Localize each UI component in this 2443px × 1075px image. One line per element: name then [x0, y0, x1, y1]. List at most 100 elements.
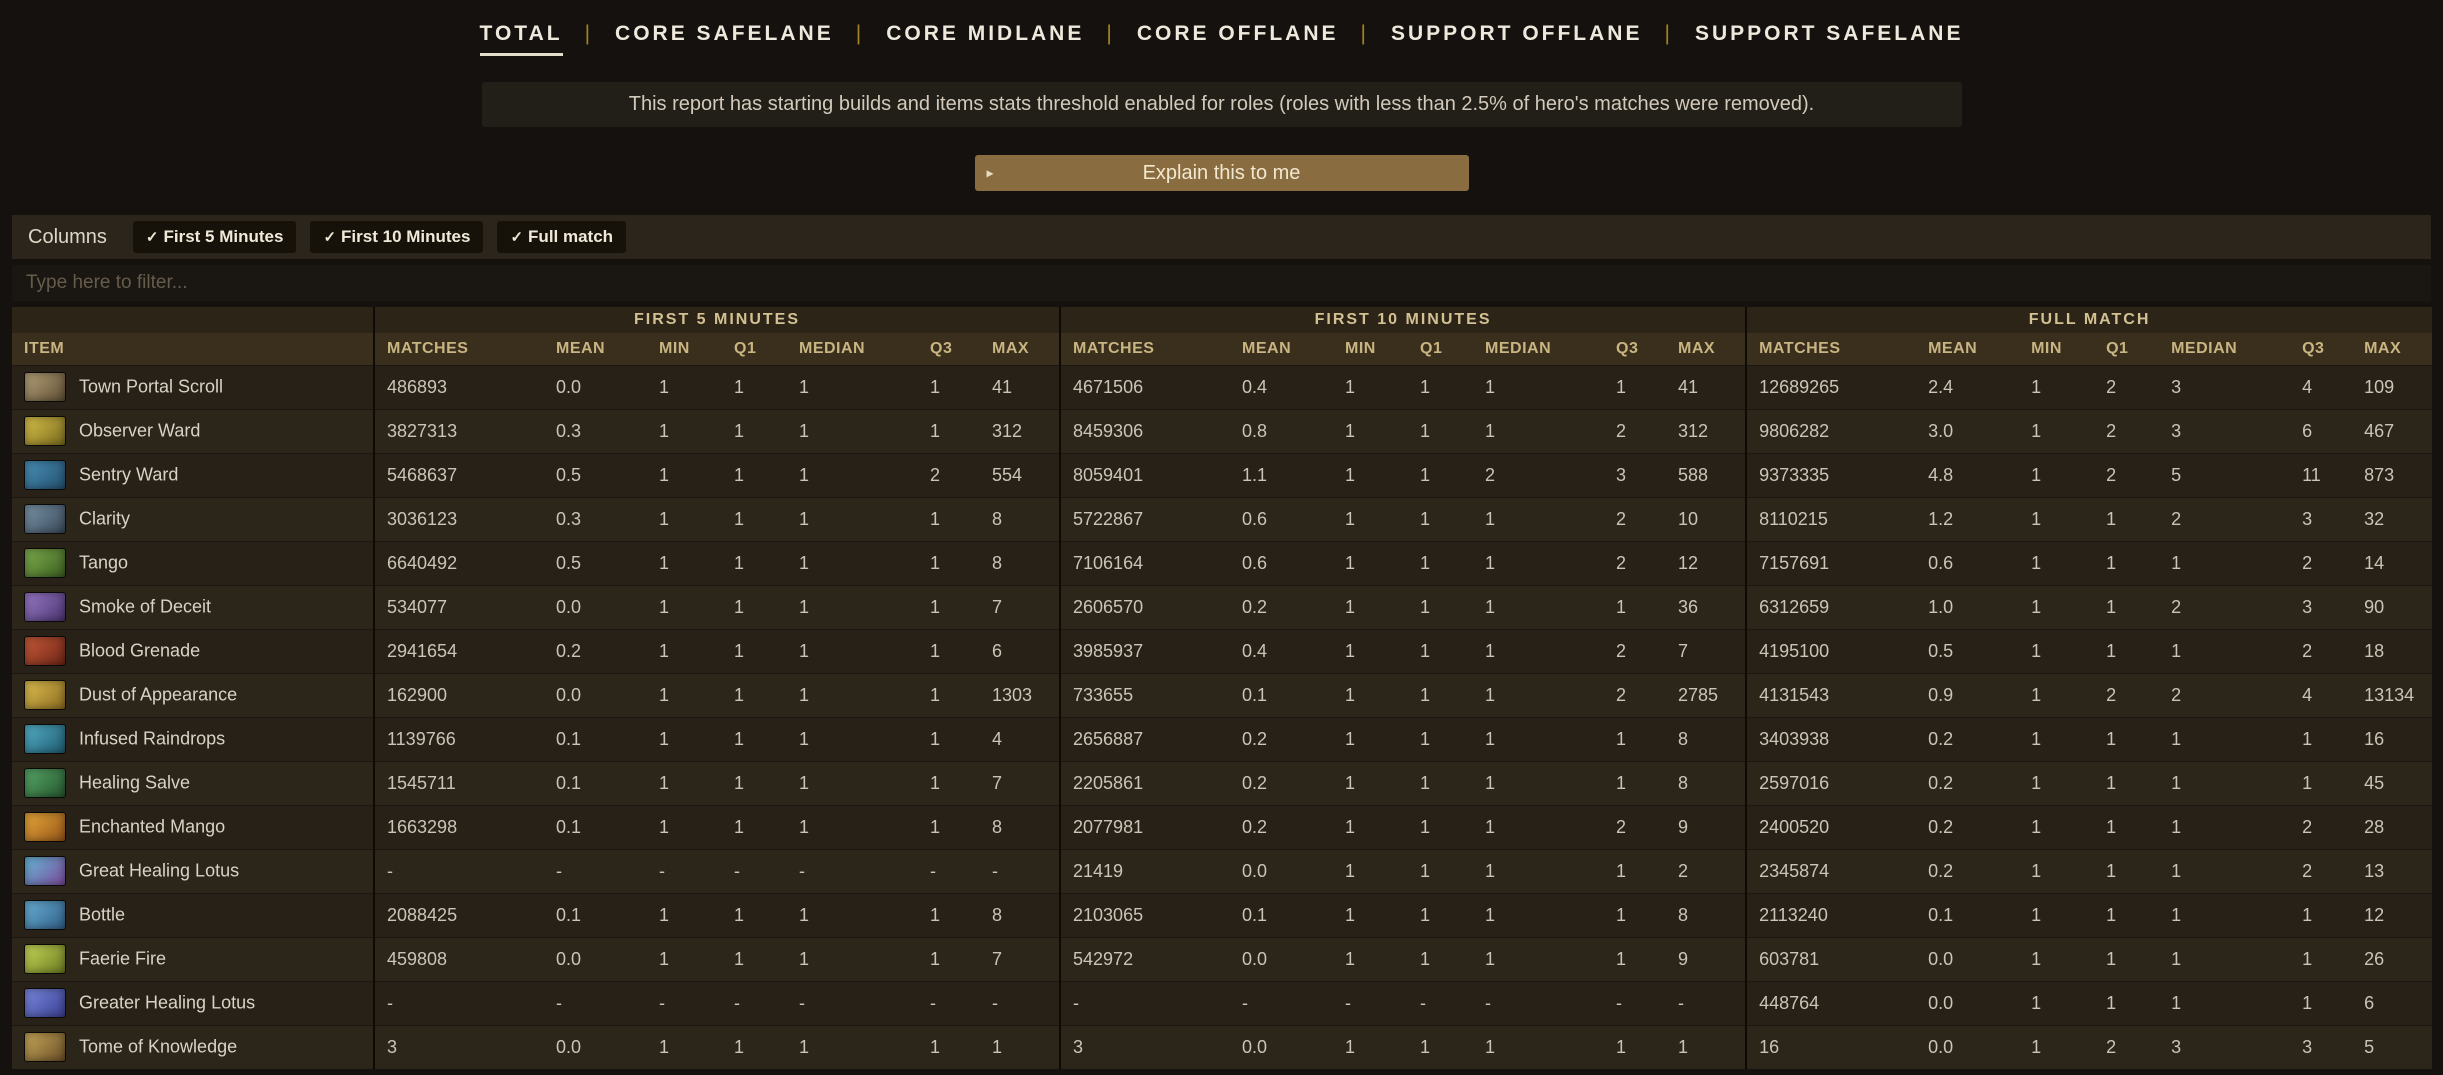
item-name-cell[interactable]: Bottle [12, 892, 374, 937]
stat-cell: 1 [918, 628, 980, 673]
column-header-max[interactable]: MAX [1666, 333, 1747, 365]
stat-cell: 0.2 [544, 628, 647, 673]
stat-cell: 0.5 [1916, 628, 2020, 673]
table-row-healing-salve: Healing Salve 1545711 0.1 1 1 1 1 7 2205861 0.2 1 1… [12, 760, 2433, 805]
tab-core-safelane[interactable]: CORE SAFELANE [615, 22, 834, 56]
stat-cell: 0.2 [1916, 848, 2020, 893]
stat-cell: - [1333, 980, 1409, 1025]
stat-cell: 0.8 [1230, 408, 1334, 453]
stat-cell: 1 [1408, 540, 1474, 585]
column-header-matches[interactable]: MATCHES [373, 333, 544, 365]
stat-cell: 1 [647, 408, 722, 453]
stat-cell: 12 [1666, 540, 1747, 585]
stat-cell: 1 [1333, 452, 1409, 497]
stat-cell: 0.5 [544, 452, 647, 497]
column-header-median[interactable]: MEDIAN [2159, 333, 2291, 365]
item-name-cell[interactable]: Infused Raindrops [12, 716, 374, 761]
item-icon [24, 460, 66, 490]
column-header-mean[interactable]: MEAN [1916, 333, 2020, 365]
item-name-cell[interactable]: Town Portal Scroll [12, 364, 374, 409]
stat-cell: 1 [2019, 364, 2095, 409]
stat-cell: 0.1 [1916, 892, 2020, 937]
stat-cell: 1 [918, 672, 980, 717]
tab-support-offlane[interactable]: SUPPORT OFFLANE [1391, 22, 1643, 56]
stat-cell: 0.1 [544, 716, 647, 761]
item-name-cell[interactable]: Healing Salve [12, 760, 374, 805]
column-header-min[interactable]: MIN [1333, 333, 1409, 365]
tab-core-midlane[interactable]: CORE MIDLANE [886, 22, 1084, 56]
stat-cell: 603781 [1745, 936, 1917, 981]
column-header-min[interactable]: MIN [647, 333, 722, 365]
item-name-cell[interactable]: Sentry Ward [12, 452, 374, 497]
item-icon [24, 504, 66, 534]
stat-cell: 2205861 [1059, 760, 1231, 805]
item-name-cell[interactable]: Smoke of Deceit [12, 584, 374, 629]
column-header-median[interactable]: MEDIAN [787, 333, 918, 365]
stat-cell: 1 [918, 540, 980, 585]
item-name-cell[interactable]: Observer Ward [12, 408, 374, 453]
stat-cell: 1 [2019, 1024, 2095, 1069]
column-header-matches[interactable]: MATCHES [1059, 333, 1231, 365]
item-name-cell[interactable]: Clarity [12, 496, 374, 541]
column-header-q3[interactable]: Q3 [2290, 333, 2353, 365]
tab-total[interactable]: TOTAL [479, 22, 563, 56]
column-header-max[interactable]: MAX [980, 333, 1061, 365]
item-name: Dust of Appearance [79, 684, 238, 705]
column-header-q1[interactable]: Q1 [2094, 333, 2160, 365]
column-toggle-first-5-minutes[interactable]: ✓ First 5 Minutes [132, 221, 297, 253]
column-header-q3[interactable]: Q3 [918, 333, 980, 365]
stat-cell: 2088425 [373, 892, 544, 937]
stat-cell: - [647, 980, 722, 1025]
stat-cell: - [647, 848, 722, 893]
stat-cell: 1 [647, 584, 722, 629]
stat-cell: 7 [1666, 628, 1747, 673]
table-row-clarity: Clarity 3036123 0.3 1 1 1 1 8 5722867 0.6 1 1 1 2 10 81… [12, 496, 2433, 541]
column-header-min[interactable]: MIN [2019, 333, 2095, 365]
table-row-observer-ward: Observer Ward 3827313 0.3 1 1 1 1 312 8459306 0.8… [12, 408, 2433, 453]
stat-cell: 1 [722, 936, 787, 981]
column-toggle-full-match[interactable]: ✓ Full match [497, 221, 627, 253]
stat-cell: 0.6 [1230, 540, 1334, 585]
stat-cell: 0.3 [544, 496, 647, 541]
item-name-cell[interactable]: Great Healing Lotus [12, 848, 374, 893]
column-header-q1[interactable]: Q1 [722, 333, 787, 365]
stat-cell: 4 [980, 716, 1061, 761]
stat-cell: 2597016 [1745, 760, 1917, 805]
tab-support-safelane[interactable]: SUPPORT SAFELANE [1695, 22, 1964, 56]
item-name: Observer Ward [79, 420, 201, 441]
stat-cell: 1 [2094, 892, 2160, 937]
check-icon: ✓ [510, 229, 524, 246]
stat-cell: 0.2 [1916, 760, 2020, 805]
explain-button[interactable]: ▸ Explain this to me [974, 155, 1469, 191]
item-name-cell[interactable]: Dust of Appearance [12, 672, 374, 717]
item-name-cell[interactable]: Faerie Fire [12, 936, 374, 981]
column-header-q1[interactable]: Q1 [1408, 333, 1474, 365]
stat-cell: 2 [2094, 452, 2160, 497]
item-name-cell[interactable]: Blood Grenade [12, 628, 374, 673]
stat-cell: 1 [918, 584, 980, 629]
item-name-cell[interactable]: Tango [12, 540, 374, 585]
stat-cell: 0.4 [1230, 364, 1334, 409]
filter-input[interactable] [12, 265, 2431, 301]
stat-cell: 1 [722, 760, 787, 805]
stat-cell: 12 [2352, 892, 2433, 937]
column-header-q3[interactable]: Q3 [1604, 333, 1667, 365]
table-row-greater-healing-lotus: Greater Healing Lotus - - - - - - - - - - - - - -44876… [12, 980, 2433, 1025]
column-header-mean[interactable]: MEAN [1230, 333, 1334, 365]
item-name-cell[interactable]: Tome of Knowledge [12, 1024, 374, 1069]
tab-core-offlane[interactable]: CORE OFFLANE [1137, 22, 1339, 56]
item-name-cell[interactable]: Greater Healing Lotus [12, 980, 374, 1025]
column-toggle-first-10-minutes[interactable]: ✓ First 10 Minutes [310, 221, 484, 253]
stat-cell: 2 [1604, 540, 1667, 585]
explain-button-label: Explain this to me [1142, 161, 1301, 184]
column-header-mean[interactable]: MEAN [544, 333, 647, 365]
stat-cell: 0.3 [544, 408, 647, 453]
stat-cell: 1 [2094, 628, 2160, 673]
item-name-cell[interactable]: Enchanted Mango [12, 804, 374, 849]
column-header-matches[interactable]: MATCHES [1745, 333, 1917, 365]
column-header-median[interactable]: MEDIAN [1473, 333, 1605, 365]
column-header-max[interactable]: MAX [2352, 333, 2433, 365]
stat-cell: 2 [1473, 452, 1605, 497]
stat-cell: 312 [1666, 408, 1747, 453]
stat-cell: 3 [1604, 452, 1667, 497]
